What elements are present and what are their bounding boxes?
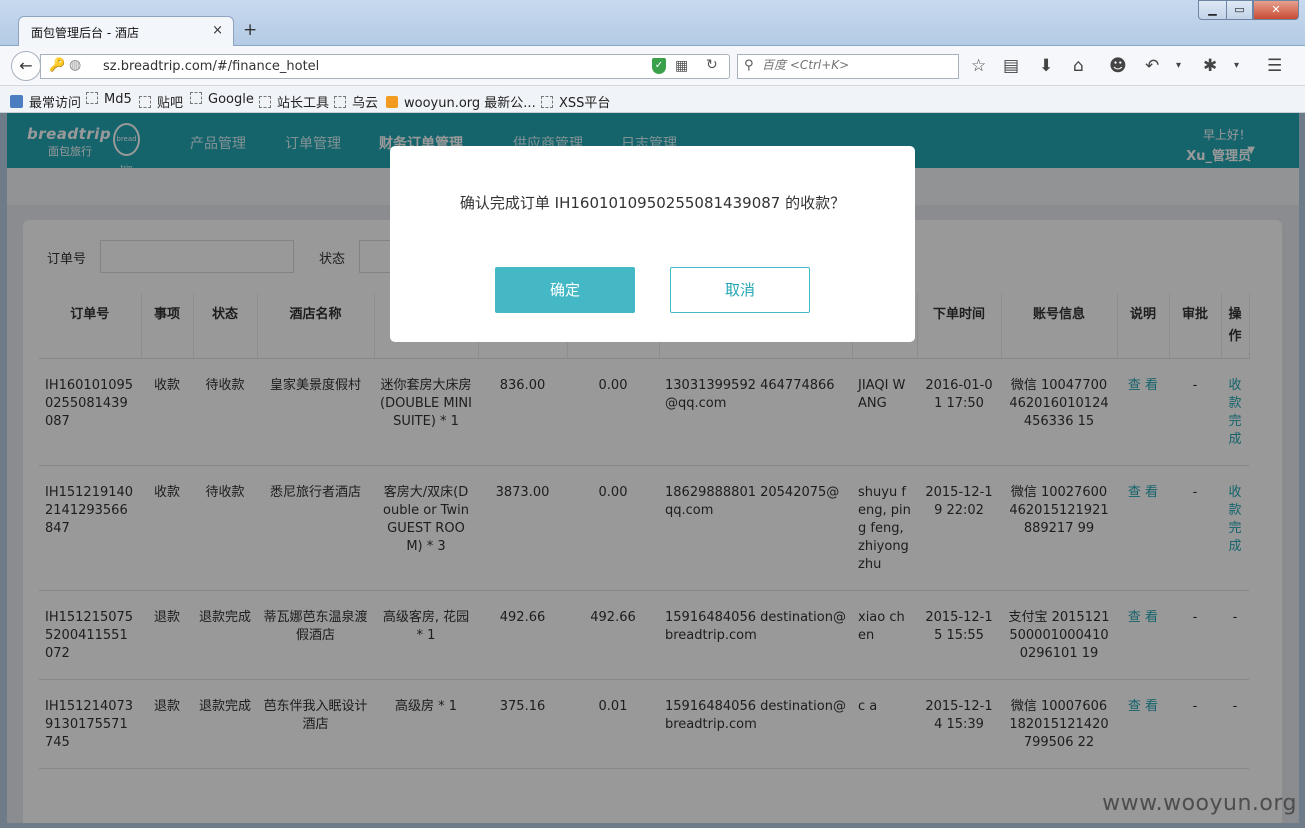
chevron-down-icon[interactable]: ▾ (1234, 60, 1239, 71)
page-icon (541, 96, 553, 108)
address-bar[interactable]: 🔑 ◍ sz.breadtrip.com/#/finance_hotel ✓ ▦… (40, 54, 730, 79)
rss-icon (386, 96, 398, 108)
cancel-button[interactable]: 取消 (670, 267, 810, 313)
bookmark-item[interactable]: Google (190, 92, 254, 107)
search-bar[interactable]: ⚲ (737, 54, 959, 79)
back-button[interactable]: ← (11, 51, 41, 81)
page-icon (86, 92, 98, 104)
confirm-button[interactable]: 确定 (495, 267, 635, 313)
page-icon (259, 96, 271, 108)
watermark: www.wooyun.org (1102, 791, 1297, 816)
confirm-dialog: 确认完成订单 IH1601010950255081439087 的收款？ 确定 … (390, 146, 915, 342)
page-icon (139, 96, 151, 108)
bookmark-item[interactable]: 贴吧 (139, 92, 183, 111)
bookmark-item[interactable]: wooyun.org 最新公... (386, 92, 536, 111)
browser-tab[interactable]: 面包管理后台 - 酒店 × (18, 16, 234, 46)
new-tab-button[interactable]: + (243, 20, 257, 40)
reload-icon[interactable]: ↻ (706, 57, 718, 73)
minimize-button[interactable]: ▁ (1198, 0, 1227, 20)
qr-code-icon[interactable]: ▦ (675, 58, 688, 74)
shield-icon[interactable]: ✓ (652, 58, 666, 74)
search-icon: ⚲ (744, 58, 754, 73)
key-icon: 🔑 (49, 58, 66, 73)
menu-icon[interactable]: ☰ (1267, 56, 1282, 76)
browser-titlebar: 面包管理后台 - 酒店 × + ▁ ▭ ✕ (0, 0, 1305, 46)
chat-icon[interactable]: ☻ (1109, 56, 1127, 76)
extension-icon[interactable]: ✱ (1203, 56, 1217, 76)
bookmark-item[interactable]: 最常访问 (10, 92, 81, 111)
star-icon[interactable]: ☆ (971, 56, 986, 76)
home-icon[interactable]: ⌂ (1073, 56, 1084, 76)
browser-navbar: 🔑 ◍ sz.breadtrip.com/#/finance_hotel ✓ ▦… (0, 46, 1305, 86)
tab-close-icon[interactable]: × (212, 23, 223, 38)
chevron-down-icon[interactable]: ▾ (1176, 60, 1181, 71)
download-icon[interactable]: ⬇ (1039, 56, 1053, 76)
bookmarks-bar: 最常访问 Md5 贴吧 Google 站长工具 乌云 wooyun.org 最新… (0, 86, 1305, 113)
bookmark-folder-icon (10, 95, 23, 108)
tab-title: 面包管理后台 - 酒店 (31, 26, 139, 40)
undo-icon[interactable]: ↶ (1145, 56, 1159, 76)
page-icon (190, 92, 202, 104)
search-input[interactable] (762, 58, 952, 72)
close-window-button[interactable]: ✕ (1253, 0, 1299, 20)
page-icon (334, 96, 346, 108)
bookmark-item[interactable]: 乌云 (334, 92, 378, 111)
reading-list-icon[interactable]: ▤ (1003, 56, 1019, 76)
bookmark-item[interactable]: 站长工具 (259, 92, 329, 111)
bookmark-item[interactable]: XSS平台 (541, 92, 610, 111)
dialog-message: 确认完成订单 IH1601010950255081439087 的收款？ (459, 194, 846, 212)
bookmark-item[interactable]: Md5 (86, 92, 132, 107)
url-text[interactable]: sz.breadtrip.com/#/finance_hotel (103, 59, 319, 74)
globe-icon: ◍ (69, 57, 82, 73)
maximize-button[interactable]: ▭ (1226, 0, 1253, 20)
